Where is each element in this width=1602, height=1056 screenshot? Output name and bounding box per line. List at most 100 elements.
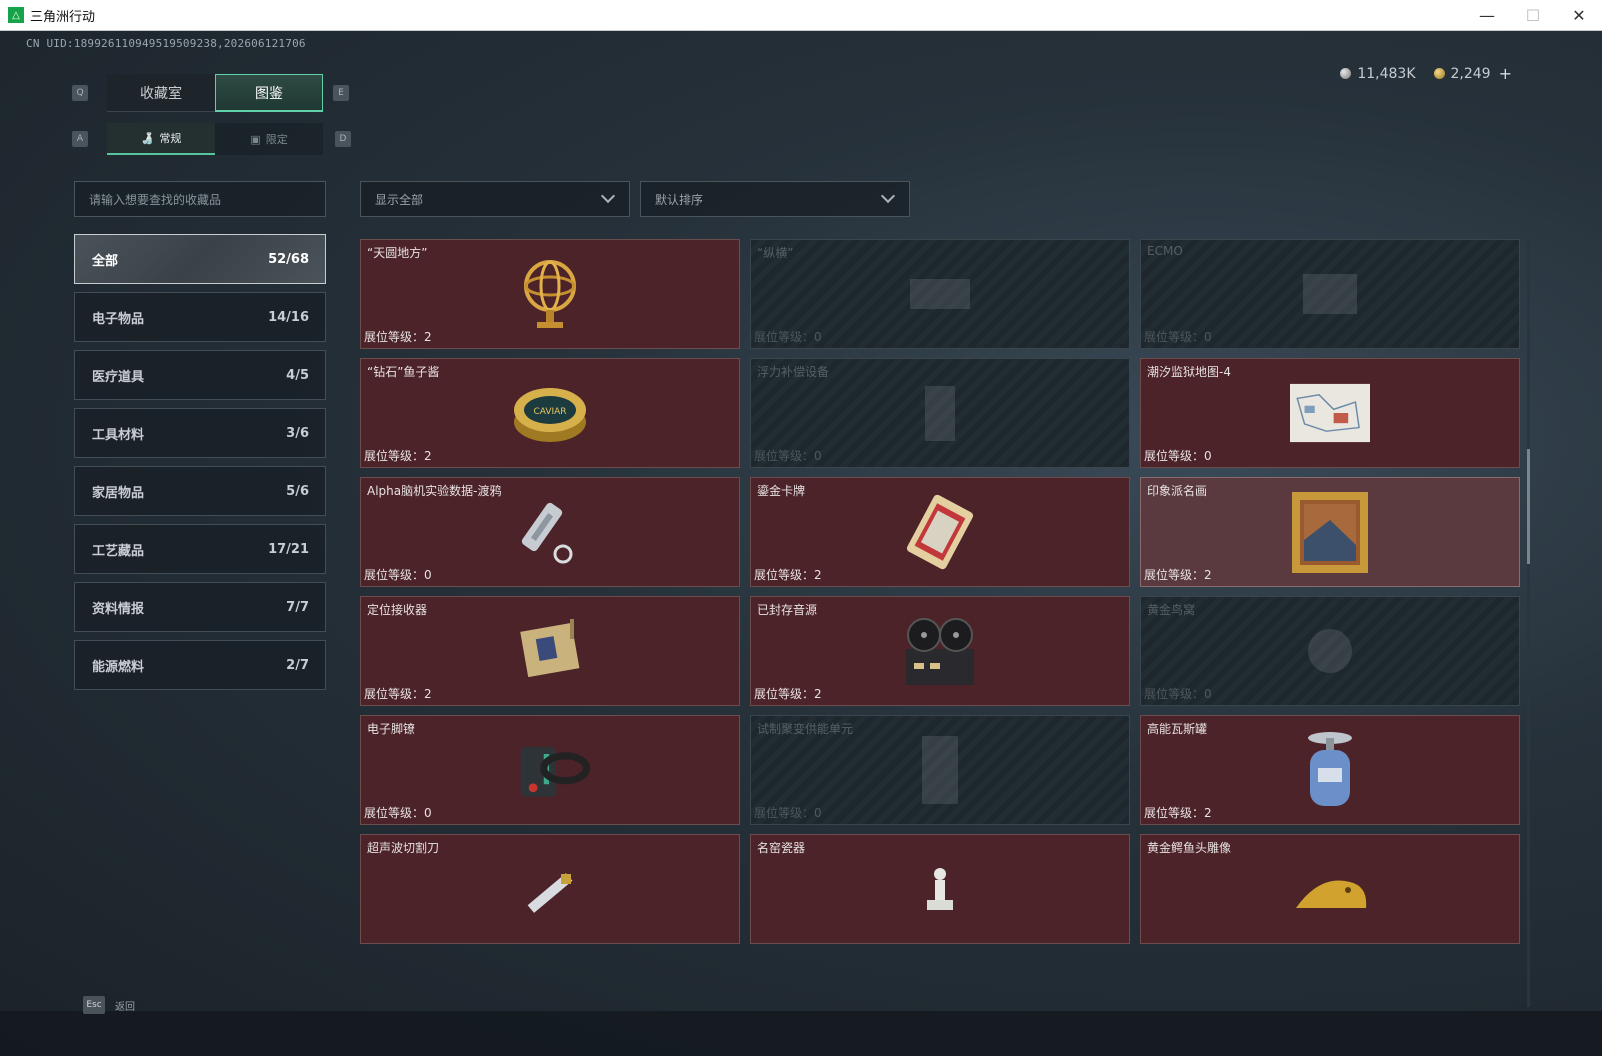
category-tools[interactable]: 工具材料 3/6	[74, 408, 326, 458]
category-count: 5/6	[286, 483, 309, 499]
bottle-icon: 🍶	[140, 131, 155, 145]
ankle-monitor-icon	[510, 730, 590, 810]
app-logo-icon: △	[8, 7, 24, 23]
back-label[interactable]: 返回	[115, 998, 135, 1013]
window-titlebar: △ 三角洲行动 — ☐ ✕	[0, 0, 1602, 31]
collection-card[interactable]: “钻石”鱼子酱 CAVIAR 展位等级：2	[360, 358, 740, 468]
category-label: 家居物品	[92, 485, 145, 501]
card-level-prefix: 展位等级：	[364, 449, 425, 463]
card-level-value: 0	[424, 806, 432, 820]
usb-drive-icon	[510, 492, 590, 572]
card-level-value: 2	[814, 568, 822, 582]
caviar-tin-icon: CAVIAR	[510, 373, 590, 453]
gold-coin-icon	[1433, 68, 1445, 79]
collection-card[interactable]: 印象派名画 展位等级：2	[1140, 477, 1520, 587]
collection-card[interactable]: 黄金鸟窝 展位等级：0	[1140, 596, 1520, 706]
filter-dropdown-value: 显示全部	[375, 192, 424, 207]
card-level-prefix: 展位等级：	[364, 330, 425, 344]
card-level-prefix: 展位等级：	[1144, 687, 1205, 701]
category-medical[interactable]: 医疗道具 4/5	[74, 350, 326, 400]
card-name: Alpha脑机实验数据-渡鸦	[367, 484, 502, 498]
collection-card[interactable]: “纵横” 展位等级：0	[750, 239, 1130, 349]
filter-dropdown[interactable]: 显示全部	[360, 181, 630, 217]
card-name: 潮汐监狱地图-4	[1147, 365, 1231, 379]
category-electronics[interactable]: 电子物品 14/16	[74, 292, 326, 342]
svg-text:CAVIAR: CAVIAR	[533, 407, 566, 417]
silver-amount: 11,483K	[1357, 65, 1416, 82]
card-name: ECMO	[1147, 244, 1183, 258]
gas-canister-icon	[1290, 730, 1370, 810]
fusion-cell-icon	[900, 730, 980, 810]
card-level: 展位等级：2	[754, 566, 822, 583]
main-tabs: 收藏室 图鉴	[107, 74, 323, 112]
card-level: 展位等级：0	[1144, 328, 1212, 345]
card-level: 展位等级：0	[1144, 447, 1212, 464]
card-name: 印象派名画	[1147, 484, 1208, 498]
key-hint-d: D	[335, 131, 351, 147]
category-crafts[interactable]: 工艺藏品 17/21	[74, 524, 326, 574]
collection-card[interactable]: 名窑瓷器	[750, 834, 1130, 944]
category-label: 工具材料	[92, 427, 145, 443]
grid-scrollbar[interactable]	[1527, 239, 1530, 1007]
tab-codex[interactable]: 图鉴	[215, 74, 323, 112]
silver-currency: 11,483K	[1340, 65, 1416, 82]
card-level-value: 2	[424, 687, 432, 701]
card-name: 超声波切割刀	[367, 841, 440, 855]
card-level-value: 0	[814, 330, 822, 344]
card-name: 高能瓦斯罐	[1147, 722, 1208, 736]
minimize-button[interactable]: —	[1464, 0, 1510, 31]
category-household[interactable]: 家居物品 5/6	[74, 466, 326, 516]
collection-card[interactable]: 试制聚变供能单元 展位等级：0	[750, 715, 1130, 825]
category-sidebar: 全部 52/68 电子物品 14/16 医疗道具 4/5 工具材料 3/6 家居…	[74, 234, 326, 698]
scrollbar-thumb[interactable]	[1527, 449, 1530, 564]
category-intel[interactable]: 资料情报 7/7	[74, 582, 326, 632]
collection-grid: 展位等级：1展位等级：2展位等级：2“天圆地方”展位等级：2“纵横”展位等级：0…	[360, 239, 1520, 944]
image-icon: ▣	[250, 132, 261, 146]
card-level: 展位等级：0	[754, 328, 822, 345]
collection-card[interactable]: 浮力补偿设备 展位等级：0	[750, 358, 1130, 468]
game-viewport: CN UID:18992611094951950923​8,2026061217…	[0, 31, 1602, 1056]
collection-card[interactable]: 定位接收器 展位等级：2	[360, 596, 740, 706]
card-name: “纵横”	[757, 246, 794, 260]
sort-dropdown[interactable]: 默认排序	[640, 181, 910, 217]
collection-card[interactable]: ECMO 展位等级：0	[1140, 239, 1520, 349]
category-count: 14/16	[268, 309, 309, 325]
collection-grid-viewport: 展位等级：1展位等级：2展位等级：2“天圆地方”展位等级：2“纵横”展位等级：0…	[360, 239, 1528, 1007]
player-uid: CN UID:18992611094951950923​8,2026061217…	[26, 37, 306, 50]
esc-key-hint[interactable]: Esc	[83, 996, 105, 1014]
collection-card[interactable]: 已封存音源 展位等级：2	[750, 596, 1130, 706]
collection-card[interactable]: 电子脚镣 展位等级：0	[360, 715, 740, 825]
window-controls: — ☐ ✕	[1464, 0, 1602, 31]
card-level-value: 2	[1204, 568, 1212, 582]
sort-dropdown-value: 默认排序	[655, 192, 704, 207]
collection-card[interactable]: 鎏金卡牌 展位等级：2	[750, 477, 1130, 587]
tab-collection-room[interactable]: 收藏室	[107, 74, 215, 112]
search-input[interactable]: 请输入想要查找的收藏品	[74, 181, 326, 217]
card-level: 展位等级：0	[364, 566, 432, 583]
key-hint-q: Q	[72, 85, 88, 101]
subtab-regular[interactable]: 🍶 常规	[107, 123, 215, 155]
category-all[interactable]: 全部 52/68	[74, 234, 326, 284]
collection-card[interactable]: “天圆地方” 展位等级：2	[360, 239, 740, 349]
collection-card[interactable]: 潮汐监狱地图-4 展位等级：0	[1140, 358, 1520, 468]
card-level: 展位等级：2	[1144, 804, 1212, 821]
silver-coin-icon	[1340, 68, 1352, 79]
reel-recorder-icon	[900, 611, 980, 691]
close-button[interactable]: ✕	[1556, 0, 1602, 31]
card-level-prefix: 展位等级：	[754, 687, 815, 701]
card-level-prefix: 展位等级：	[754, 330, 815, 344]
add-currency-button[interactable]: +	[1499, 64, 1512, 83]
card-name: “钻石”鱼子酱	[367, 365, 440, 379]
maximize-button[interactable]: ☐	[1510, 0, 1556, 31]
collection-card[interactable]: 高能瓦斯罐展位等级：2	[1140, 715, 1520, 825]
subtab-regular-label: 常规	[159, 132, 182, 145]
collection-card[interactable]: 超声波切割刀	[360, 834, 740, 944]
card-level: 展位等级：2	[754, 685, 822, 702]
card-name: 试制聚变供能单元	[757, 722, 854, 736]
collection-card[interactable]: 黄金鳄鱼头雕像	[1140, 834, 1520, 944]
subtab-limited[interactable]: ▣ 限定	[215, 123, 323, 155]
category-fuel[interactable]: 能源燃料 2/7	[74, 640, 326, 690]
bottom-bar	[0, 1011, 1602, 1056]
window-title: 三角洲行动	[30, 9, 96, 25]
collection-card[interactable]: Alpha脑机实验数据-渡鸦 展位等级：0	[360, 477, 740, 587]
